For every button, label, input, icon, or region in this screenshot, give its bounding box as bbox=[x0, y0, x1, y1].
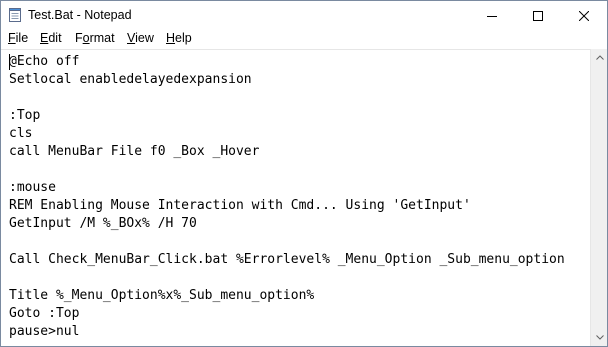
editor-line: call MenuBar File f0 _Box _Hover bbox=[9, 144, 260, 159]
menu-view[interactable]: View bbox=[127, 31, 154, 45]
title-bar[interactable]: Test.Bat - Notepad bbox=[1, 1, 607, 30]
vertical-scrollbar[interactable] bbox=[590, 49, 607, 346]
menu-bar: File Edit Format View Help bbox=[1, 30, 607, 48]
scroll-down-button[interactable] bbox=[591, 329, 607, 346]
menu-edit[interactable]: Edit bbox=[40, 31, 62, 45]
scroll-track[interactable] bbox=[591, 66, 607, 329]
menu-help-accel: H bbox=[166, 31, 176, 45]
scroll-up-arrow-icon bbox=[595, 55, 604, 60]
minimize-icon bbox=[487, 15, 497, 17]
editor-line: :Top bbox=[9, 108, 41, 123]
scroll-down-arrow-icon bbox=[595, 335, 604, 340]
maximize-button[interactable] bbox=[515, 1, 561, 30]
editor-content[interactable]: @Echo off Setlocal enabledelayedexpansio… bbox=[9, 53, 565, 341]
notepad-icon[interactable] bbox=[9, 7, 21, 22]
menu-edit-rest: dit bbox=[48, 31, 62, 45]
menu-file-rest: ile bbox=[15, 31, 29, 45]
editor-line: :mouse bbox=[9, 180, 56, 195]
menu-format-pre: F bbox=[75, 31, 83, 45]
menu-format[interactable]: Format bbox=[75, 31, 115, 45]
close-icon bbox=[579, 10, 589, 21]
editor-line: Call Check_MenuBar_Click.bat %Errorlevel… bbox=[9, 252, 565, 267]
menu-format-accel: o bbox=[82, 31, 90, 45]
maximize-icon bbox=[533, 10, 543, 21]
menu-format-rest: rmat bbox=[89, 31, 115, 45]
editor-line: REM Enabling Mouse Interaction with Cmd.… bbox=[9, 198, 471, 213]
menu-help-rest: elp bbox=[175, 31, 192, 45]
text-editor[interactable]: @Echo off Setlocal enabledelayedexpansio… bbox=[1, 49, 590, 346]
menu-view-accel: V bbox=[127, 31, 136, 45]
notepad-window: Test.Bat - Notepad File Edit Format View… bbox=[0, 0, 608, 347]
scroll-up-button[interactable] bbox=[591, 49, 607, 66]
editor-line: Setlocal enabledelayedexpansion bbox=[9, 72, 252, 87]
editor-line: Title %_Menu_Option%x%_Sub_menu_option% bbox=[9, 288, 315, 303]
minimize-button[interactable] bbox=[469, 1, 515, 30]
text-caret bbox=[9, 54, 10, 70]
window-title: Test.Bat - Notepad bbox=[28, 8, 132, 22]
menu-help[interactable]: Help bbox=[166, 31, 192, 45]
menu-view-rest: iew bbox=[135, 31, 154, 45]
editor-line: Goto :Top bbox=[9, 306, 80, 321]
editor-line: cls bbox=[9, 126, 33, 141]
editor-line: pause>nul bbox=[9, 324, 80, 339]
menu-file-accel: F bbox=[8, 31, 16, 45]
editor-line: @Echo off bbox=[9, 54, 80, 69]
editor-line: GetInput /M %_BOx% /H 70 bbox=[9, 216, 197, 231]
close-button[interactable] bbox=[561, 1, 607, 30]
menu-file[interactable]: File bbox=[8, 31, 28, 45]
